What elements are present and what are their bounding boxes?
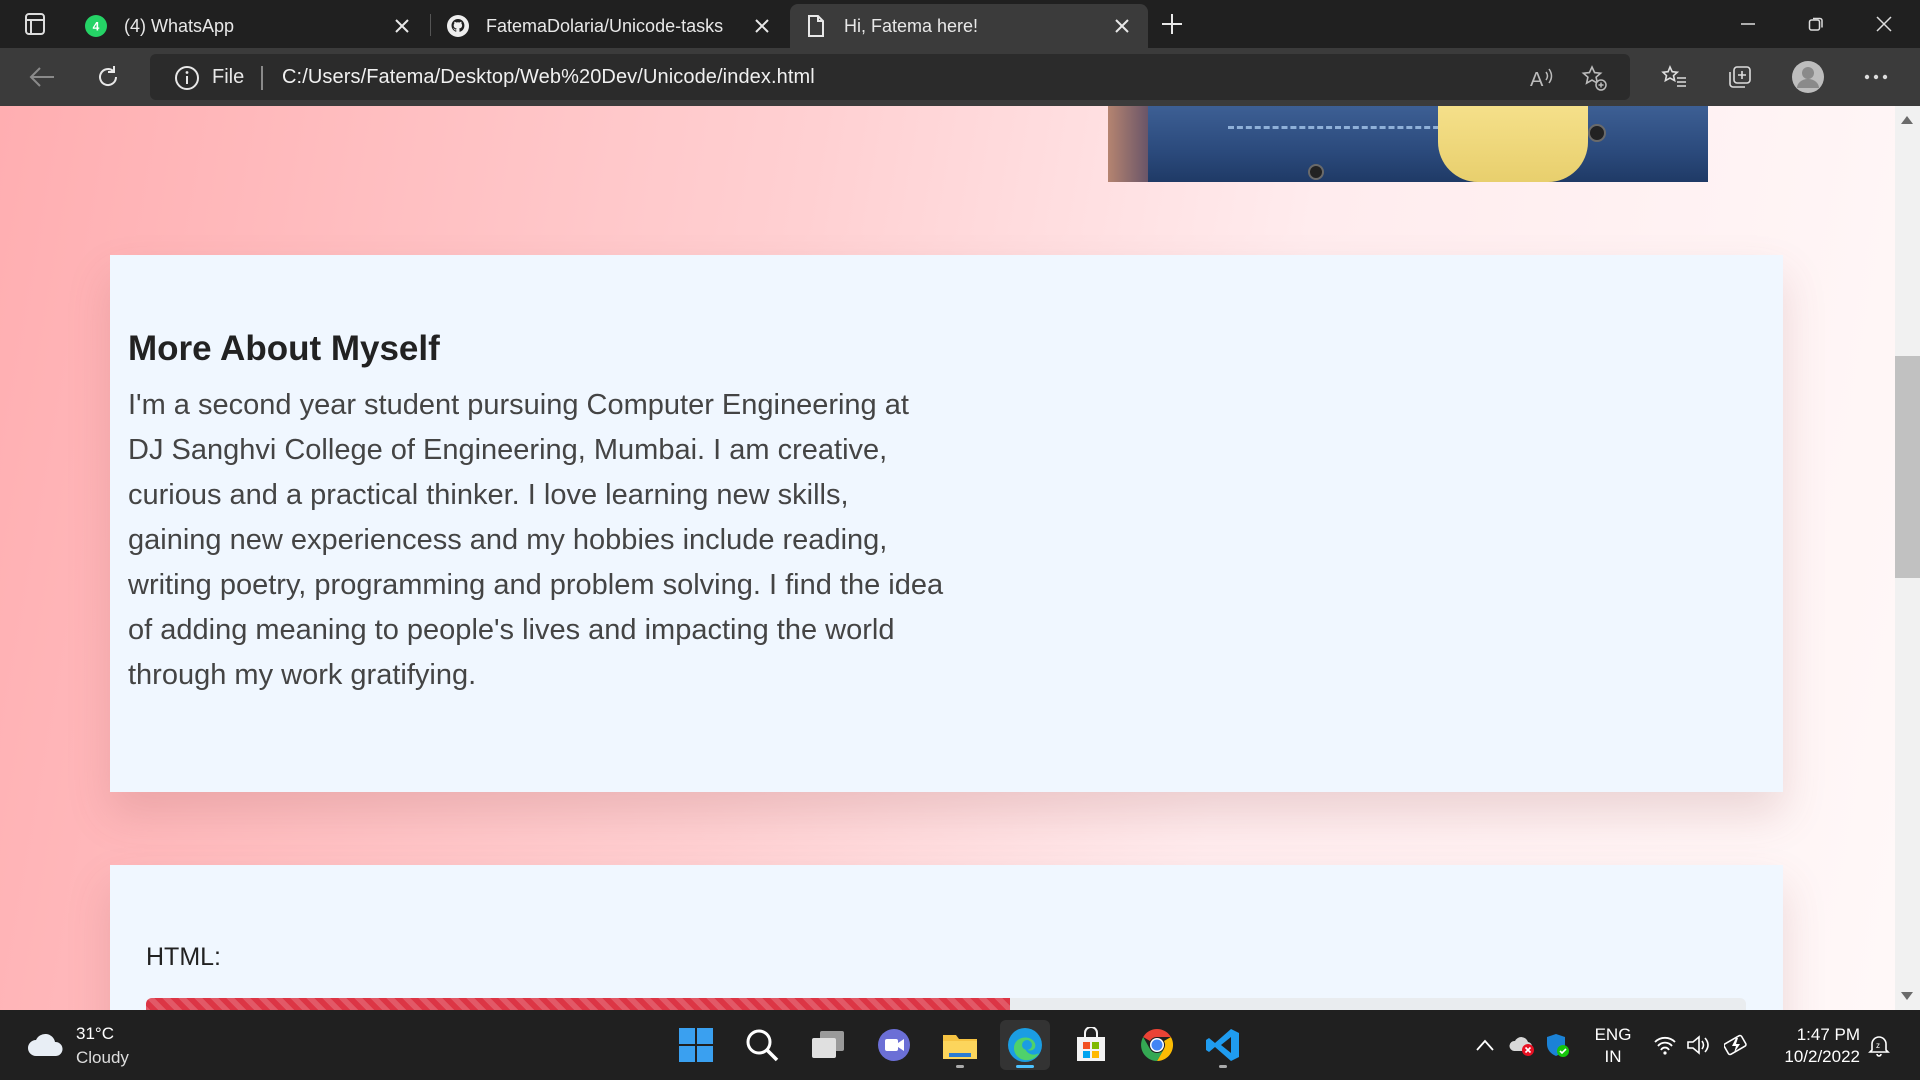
language-code: ENG: [1594, 1025, 1632, 1044]
edge-icon[interactable]: [1000, 1020, 1050, 1070]
security-shield-icon[interactable]: [1544, 1032, 1570, 1058]
weather-temperature: 31°C: [76, 1024, 114, 1043]
file-explorer-icon[interactable]: [935, 1020, 985, 1070]
close-window-icon[interactable]: [1850, 0, 1918, 48]
about-heading: More About Myself: [128, 329, 440, 368]
volume-icon[interactable]: [1686, 1032, 1712, 1058]
skills-card: HTML:: [110, 865, 1783, 1010]
tab-actions-icon[interactable]: [16, 11, 54, 37]
photo-detail: [1438, 106, 1588, 182]
new-tab-icon[interactable]: [1158, 10, 1186, 38]
battery-charging-icon[interactable]: [1724, 1032, 1750, 1058]
info-icon[interactable]: [174, 65, 200, 91]
chevron-up-icon[interactable]: [1472, 1032, 1498, 1058]
photo-detail: [1228, 106, 1448, 129]
address-divider: [261, 66, 263, 90]
tab-active-page[interactable]: Hi, Fatema here!: [790, 4, 1148, 48]
start-icon[interactable]: [671, 1020, 721, 1070]
language-indicator[interactable]: ENG IN: [1590, 1024, 1636, 1068]
close-icon[interactable]: [1112, 16, 1132, 36]
task-view-icon[interactable]: [803, 1020, 853, 1070]
chrome-icon[interactable]: [1132, 1020, 1182, 1070]
browser-toolbar: File C:/Users/Fatema/Desktop/Web%20Dev/U…: [0, 48, 1920, 106]
minimize-icon[interactable]: [1714, 0, 1782, 48]
vertical-scrollbar[interactable]: [1895, 106, 1920, 1010]
profile-photo: [1108, 106, 1708, 182]
tab-divider: [430, 14, 431, 36]
scroll-up-arrow-icon[interactable]: [1901, 116, 1913, 124]
weather-widget[interactable]: 31°C Cloudy: [24, 1020, 164, 1070]
collections-icon[interactable]: [1722, 59, 1758, 95]
about-paragraph: I'm a second year student pursuing Compu…: [128, 389, 944, 691]
url-text[interactable]: C:/Users/Fatema/Desktop/Web%20Dev/Unicod…: [282, 66, 815, 89]
more-options-icon[interactable]: [1858, 59, 1894, 95]
about-card: More About Myself I'm a second year stud…: [110, 255, 1783, 792]
close-icon[interactable]: [752, 16, 772, 36]
store-icon[interactable]: [1066, 1020, 1116, 1070]
page-icon: [804, 14, 828, 38]
add-favorite-icon[interactable]: [1580, 64, 1608, 92]
profile-avatar-icon[interactable]: [1790, 59, 1826, 95]
system-clock[interactable]: 1:47 PM 10/2/2022: [1770, 1024, 1860, 1068]
svg-text:z: z: [1876, 1041, 1880, 1050]
tab-github[interactable]: FatemaDolaria/Unicode-tasks: [432, 4, 788, 48]
running-indicator: [956, 1065, 964, 1068]
back-icon[interactable]: [24, 59, 60, 95]
vscode-icon[interactable]: [1198, 1020, 1248, 1070]
search-icon[interactable]: [737, 1020, 787, 1070]
close-icon[interactable]: [392, 16, 412, 36]
scroll-down-arrow-icon[interactable]: [1901, 992, 1913, 1000]
weather-condition: Cloudy: [76, 1048, 129, 1067]
refresh-icon[interactable]: [90, 59, 126, 95]
photo-detail: [1588, 124, 1606, 142]
progress-fill-html: [146, 998, 1010, 1010]
tab-title: FatemaDolaria/Unicode-tasks: [486, 15, 724, 36]
wifi-icon[interactable]: [1652, 1032, 1678, 1058]
progress-bar-html: [146, 998, 1746, 1010]
chat-icon[interactable]: [869, 1020, 919, 1070]
clock-time: 1:47 PM: [1796, 1025, 1860, 1044]
github-icon: [446, 14, 470, 38]
language-region: IN: [1604, 1047, 1622, 1066]
running-indicator: [1219, 1065, 1227, 1068]
photo-detail: [1108, 106, 1148, 182]
skill-label-html: HTML:: [146, 943, 221, 971]
onedrive-error-icon[interactable]: [1508, 1032, 1534, 1058]
restore-icon[interactable]: [1782, 0, 1850, 48]
favorites-icon[interactable]: [1656, 59, 1692, 95]
whatsapp-icon: 4: [84, 14, 108, 38]
svg-text:4: 4: [93, 20, 100, 34]
tab-whatsapp[interactable]: 4 (4) WhatsApp: [70, 4, 428, 48]
tab-title: (4) WhatsApp: [124, 15, 235, 36]
scheme-label: File: [212, 66, 245, 88]
windows-taskbar: 31°C Cloudy ENG IN 1:47 PM 10/2/2022 z: [0, 1010, 1920, 1080]
address-bar[interactable]: File C:/Users/Fatema/Desktop/Web%20Dev/U…: [150, 54, 1630, 100]
clock-date: 10/2/2022: [1784, 1047, 1860, 1066]
cloud-icon: [28, 1033, 63, 1056]
photo-detail: [1308, 164, 1324, 180]
tab-title: Hi, Fatema here!: [844, 15, 979, 36]
notifications-icon[interactable]: z: [1866, 1032, 1892, 1058]
page-viewport: More About Myself I'm a second year stud…: [0, 106, 1895, 1010]
scroll-thumb[interactable]: [1895, 356, 1920, 578]
read-aloud-icon[interactable]: A: [1528, 64, 1556, 92]
running-indicator: [1016, 1065, 1034, 1068]
tab-strip: 4 (4) WhatsApp FatemaDolaria/Unicode-tas…: [0, 0, 1920, 48]
svg-text:A: A: [1530, 69, 1544, 90]
